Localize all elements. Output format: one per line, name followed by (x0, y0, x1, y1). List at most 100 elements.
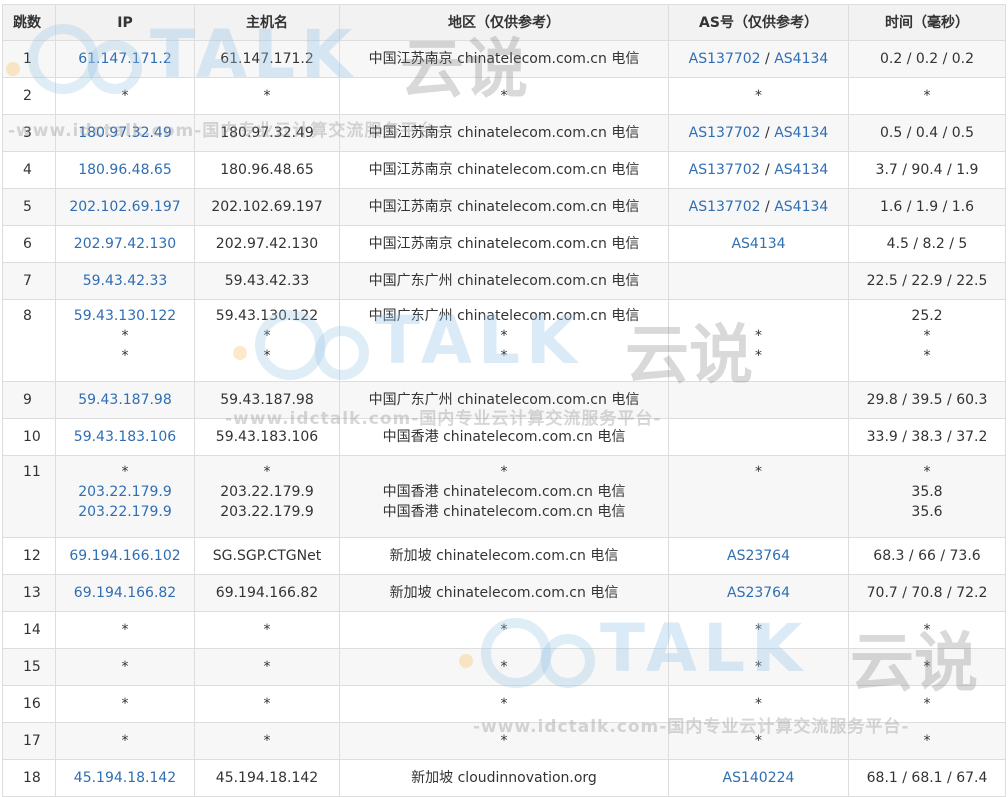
ip-link[interactable]: 69.194.166.102 (69, 548, 180, 564)
as-cell: * (668, 722, 849, 760)
cell-line: * (121, 328, 129, 344)
cell-line: * (755, 464, 762, 480)
header-region: 地区（仅供参考） (339, 4, 669, 41)
hop-cell: 6 (2, 225, 56, 263)
ip-cell: 202.102.69.197 (55, 188, 195, 226)
cell-line: ​ (673, 306, 844, 326)
time-cell: * (848, 685, 1006, 723)
as-cell: * (668, 77, 849, 115)
time-cell: 4.5 / 8.2 / 5 (848, 225, 1006, 263)
as-link[interactable]: AS137702 (689, 199, 761, 215)
hostname-cell: 202.97.42.130 (194, 225, 340, 263)
region-cell: 中国香港 chinatelecom.com.cn 电信 (339, 418, 669, 456)
region-cell: * (339, 685, 669, 723)
region-cell: * (339, 722, 669, 760)
ip-link[interactable]: 59.43.130.122 (60, 306, 190, 326)
time-cell: 0.2 / 0.2 / 0.2 (848, 40, 1006, 78)
table-row: 9 59.43.187.98 59.43.187.98 中国广东广州 chinatel… (2, 381, 1006, 419)
hostname-cell: * 203.22.179.9 203.22.179.9 (194, 455, 340, 538)
header-time: 时间（毫秒） (848, 4, 1006, 41)
ip-link[interactable]: 180.96.48.65 (78, 162, 172, 178)
cell-line: * (500, 464, 508, 480)
region-cell: * (339, 77, 669, 115)
table-row: 8 59.43.130.122 * * 59.43.130.122 * * 中国广东广州 ch… (2, 299, 1006, 382)
as-text: * (755, 696, 762, 712)
as-link[interactable]: AS4134 (774, 199, 828, 215)
hostname-cell: 59.43.130.122 * * (194, 299, 340, 382)
as-link[interactable]: AS4134 (731, 236, 785, 252)
cell-line: 59.43.130.122 (215, 308, 319, 324)
ip-link[interactable]: 45.194.18.142 (74, 770, 176, 786)
time-cell: * (848, 77, 1006, 115)
table-row: 3 180.97.32.49 180.97.32.49 中国江苏南京 chinatel… (2, 114, 1006, 152)
hostname-cell: 59.43.183.106 (194, 418, 340, 456)
ip-cell: 202.97.42.130 (55, 225, 195, 263)
cell-line: 203.22.179.9 (220, 484, 314, 500)
region-cell: 中国江苏南京 chinatelecom.com.cn 电信 (339, 114, 669, 152)
ip-text: * (121, 659, 129, 675)
hostname-cell: 180.96.48.65 (194, 151, 340, 189)
header-ip: IP (55, 4, 195, 41)
ip-link[interactable]: 59.43.187.98 (78, 392, 172, 408)
ip-text: * (121, 88, 129, 104)
cell-line: * (755, 348, 762, 364)
ip-link[interactable]: 202.102.69.197 (69, 199, 180, 215)
hop-cell: 2 (2, 77, 56, 115)
region-cell: * 中国香港 chinatelecom.com.cn 电信 中国香港 chinate… (339, 455, 669, 538)
ip-link[interactable]: 203.22.179.9 (60, 502, 190, 522)
as-link[interactable]: AS4134 (774, 51, 828, 67)
header-as: AS号（仅供参考） (668, 4, 849, 41)
ip-link[interactable]: 61.147.171.2 (78, 51, 172, 67)
table-row: 7 59.43.42.33 59.43.42.33 中国广东广州 chinatelec… (2, 262, 1006, 300)
as-link[interactable]: AS137702 (689, 51, 761, 67)
time-cell: * 35.8 35.6 (848, 455, 1006, 538)
as-cell: ​ * * (668, 299, 849, 382)
time-cell: * (848, 722, 1006, 760)
traceroute-table: 跳数 IP 主机名 地区（仅供参考） AS号（仅供参考） 时间（毫秒） 1 61.… (2, 4, 1006, 797)
hostname-cell: 59.43.187.98 (194, 381, 340, 419)
as-link[interactable]: AS23764 (727, 585, 790, 601)
as-cell (668, 262, 849, 300)
ip-link[interactable]: 59.43.42.33 (83, 273, 168, 289)
time-cell: * (848, 611, 1006, 649)
ip-link[interactable]: 59.43.183.106 (74, 429, 176, 445)
as-cell: AS23764 (668, 574, 849, 612)
cell-line: 中国香港 chinatelecom.com.cn 电信 (382, 504, 626, 520)
time-cell: 0.5 / 0.4 / 0.5 (848, 114, 1006, 152)
table-row: 15 * * * * * (2, 648, 1006, 686)
as-separator: / (760, 51, 775, 67)
cell-line: * (923, 464, 931, 480)
as-link[interactable]: AS4134 (774, 125, 828, 141)
as-link[interactable]: AS137702 (689, 162, 761, 178)
region-cell: * (339, 648, 669, 686)
cell-line: 25.2 (911, 308, 943, 324)
hostname-cell: * (194, 648, 340, 686)
as-text: * (755, 659, 762, 675)
ip-text: * (121, 733, 129, 749)
hop-cell: 11 (2, 455, 56, 538)
ip-cell: * (55, 722, 195, 760)
table-row: 2 * * * * * (2, 77, 1006, 115)
cell-line: 中国香港 chinatelecom.com.cn 电信 (382, 484, 626, 500)
hop-cell: 4 (2, 151, 56, 189)
ip-link[interactable]: 69.194.166.82 (74, 585, 176, 601)
hostname-cell: 69.194.166.82 (194, 574, 340, 612)
cell-line: * (263, 328, 271, 344)
table-row: 4 180.96.48.65 180.96.48.65 中国江苏南京 chinatel… (2, 151, 1006, 189)
as-cell: * (668, 648, 849, 686)
ip-link[interactable]: 203.22.179.9 (60, 482, 190, 502)
ip-link[interactable]: 180.97.32.49 (78, 125, 172, 141)
hostname-cell: 59.43.42.33 (194, 262, 340, 300)
as-link[interactable]: AS140224 (723, 770, 795, 786)
as-cell: AS137702 / AS4134 (668, 151, 849, 189)
hop-cell: 7 (2, 262, 56, 300)
cell-line: * (121, 348, 129, 364)
as-separator: / (760, 162, 775, 178)
as-link[interactable]: AS137702 (689, 125, 761, 141)
as-link[interactable]: AS4134 (774, 162, 828, 178)
hop-cell: 10 (2, 418, 56, 456)
cell-line: 35.8 (911, 484, 943, 500)
as-link[interactable]: AS23764 (727, 548, 790, 564)
ip-link[interactable]: 202.97.42.130 (74, 236, 176, 252)
table-body: 1 61.147.171.2 61.147.171.2 中国江苏南京 chinatel… (2, 40, 1006, 797)
